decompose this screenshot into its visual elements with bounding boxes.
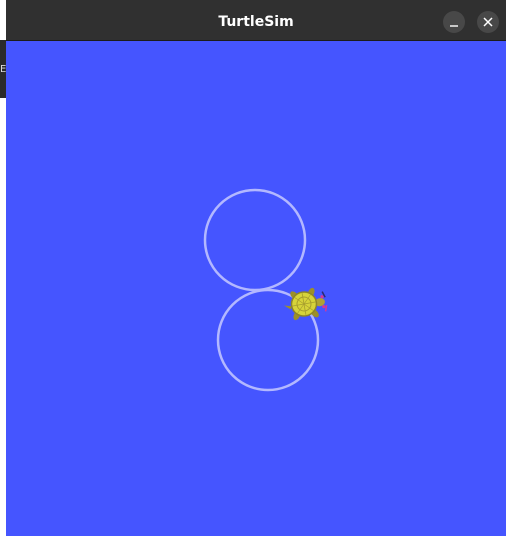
close-button[interactable] bbox=[477, 11, 499, 33]
title-bar[interactable]: TurtleSim bbox=[6, 0, 506, 41]
simulation-svg bbox=[6, 41, 506, 536]
minimize-icon bbox=[450, 25, 458, 27]
turtlesim-window: TurtleSim bbox=[6, 0, 506, 536]
simulation-canvas[interactable] bbox=[6, 41, 506, 536]
minimize-button[interactable] bbox=[443, 11, 465, 33]
window-title: TurtleSim bbox=[218, 14, 294, 30]
simulation-background bbox=[6, 41, 506, 536]
close-icon bbox=[483, 17, 493, 27]
